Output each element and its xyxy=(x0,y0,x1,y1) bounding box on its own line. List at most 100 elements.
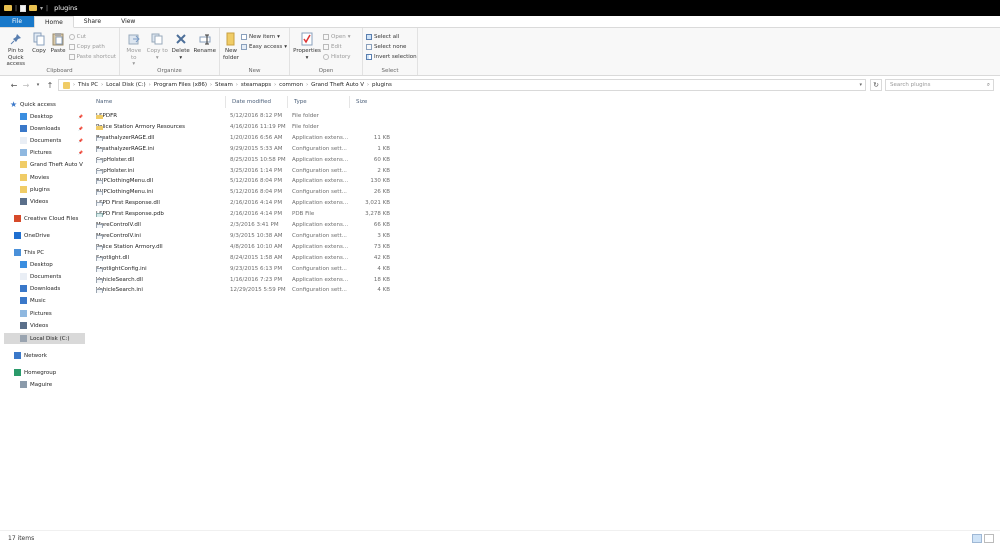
nav-item-desktop[interactable]: Desktop 📌 xyxy=(20,111,83,122)
file-row[interactable]: CopHolster.ini 3/25/2016 1:14 PM Configura… xyxy=(94,166,394,177)
file-row[interactable]: Police Station Armory.dll 4/8/2016 10:10 … xyxy=(94,242,394,253)
file-row[interactable]: VehicleSearch.dll 1/16/2016 7:23 PM Applic… xyxy=(94,275,394,286)
nav-item-music[interactable]: Music xyxy=(20,295,46,306)
nav-item-onedrive[interactable]: OneDrive xyxy=(14,230,50,241)
column-header-date[interactable]: Date modified xyxy=(226,96,288,108)
nav-item-pictures[interactable]: Pictures 📌 xyxy=(20,147,83,158)
file-row[interactable]: MoreControlV.ini 9/3/2015 10:38 AM Configu… xyxy=(94,231,394,242)
nav-item-documents[interactable]: Documents 📌 xyxy=(20,135,83,146)
forward-arrow-icon[interactable]: → xyxy=(20,81,32,90)
breadcrumb-steam[interactable]: Steam xyxy=(215,82,233,88)
nav-item-local-disk-c[interactable]: Local Disk (C:) xyxy=(4,333,85,344)
file-row[interactable]: BreathalyzerRAGE.dll 1/20/2016 6:56 AM App… xyxy=(94,133,394,144)
refresh-icon[interactable]: ↻ xyxy=(870,79,882,91)
file-row[interactable]: SpotlightConfig.ini 9/23/2015 6:13 PM Conf… xyxy=(94,264,394,275)
file-name-cell: LSPD First Response.pdb xyxy=(96,211,226,218)
nav-item-plugins[interactable]: plugins xyxy=(20,184,50,195)
breadcrumb-chevron-icon[interactable]: › xyxy=(149,82,151,88)
file-row[interactable]: LSPD First Response.pdb 2/16/2016 4:14 PM… xyxy=(94,209,394,220)
file-row[interactable]: Police Station Armory Resources 4/16/2016… xyxy=(94,122,394,133)
nav-item-grand-theft-auto-v[interactable]: Grand Theft Auto V xyxy=(20,159,83,170)
tab-share[interactable]: Share xyxy=(74,16,111,27)
breadcrumb-chevron-icon[interactable]: › xyxy=(306,82,308,88)
file-name: BreathalyzerRAGE.ini xyxy=(96,145,155,152)
nav-item-videos[interactable]: Videos xyxy=(20,196,48,207)
column-header-name[interactable]: Name xyxy=(90,96,226,108)
video-icon xyxy=(20,198,27,205)
nav-item-downloads[interactable]: Downloads 📌 xyxy=(20,123,83,134)
nav-item-documents[interactable]: Documents xyxy=(20,271,61,282)
breadcrumb-program-files[interactable]: Program Files (x86) xyxy=(154,82,207,88)
properties-quick-icon[interactable] xyxy=(20,4,27,12)
breadcrumb-gta-v[interactable]: Grand Theft Auto V xyxy=(311,82,364,88)
history-button[interactable]: History xyxy=(323,53,351,61)
nav-item-pictures[interactable]: Pictures xyxy=(20,308,52,319)
invert-selection-button[interactable]: Invert selection xyxy=(366,53,417,61)
column-header-type[interactable]: Type xyxy=(288,96,350,108)
nav-item-this-pc[interactable]: This PC xyxy=(14,247,44,258)
nav-item-label: Quick access xyxy=(20,101,56,108)
organize-group-label: Organize xyxy=(157,68,182,74)
address-bar[interactable]: › This PC › Local Disk (C:) › Program Fi… xyxy=(58,79,866,91)
breadcrumb-steamapps[interactable]: steamapps xyxy=(241,82,271,88)
file-row[interactable]: CopHolster.dll 8/25/2015 10:58 PM Applicat… xyxy=(94,155,394,166)
breadcrumb-plugins[interactable]: plugins xyxy=(372,82,392,88)
file-row[interactable]: LSPDFR 5/12/2016 8:12 PM File folder xyxy=(94,111,394,122)
column-header-size[interactable]: Size xyxy=(350,96,400,108)
breadcrumb-local-disk[interactable]: Local Disk (C:) xyxy=(106,82,146,88)
breadcrumb-chevron-icon[interactable]: › xyxy=(73,82,75,88)
file-row[interactable]: BreathalyzerRAGE.ini 9/29/2015 5:33 AM Con… xyxy=(94,144,394,155)
details-view-icon[interactable] xyxy=(972,534,982,543)
breadcrumb-chevron-icon[interactable]: › xyxy=(101,82,103,88)
recent-locations-chevron-icon[interactable]: ▾ xyxy=(32,82,44,88)
tab-file[interactable]: File xyxy=(0,16,35,27)
nav-item-maguire[interactable]: Maguire xyxy=(20,379,52,390)
breadcrumb-chevron-icon[interactable]: › xyxy=(274,82,276,88)
file-row[interactable]: VehicleSearch.ini 12/29/2015 5:59 PM Confi… xyxy=(94,285,394,296)
file-name-cell: CopHolster.dll xyxy=(96,157,226,163)
search-input[interactable]: Search plugins ⌕ xyxy=(885,79,994,91)
open-button[interactable]: Open ▾ xyxy=(323,33,351,41)
nav-item-downloads[interactable]: Downloads xyxy=(20,283,60,294)
file-size: 1 KB xyxy=(377,145,390,152)
nav-item-label: This PC xyxy=(24,249,45,256)
nav-item-videos[interactable]: Videos xyxy=(20,320,48,331)
breadcrumb-chevron-icon[interactable]: › xyxy=(236,82,238,88)
network-icon xyxy=(14,352,21,359)
large-icons-view-icon[interactable] xyxy=(984,534,994,543)
new-item-button[interactable]: New item ▾ xyxy=(240,33,287,41)
tab-home[interactable]: Home xyxy=(34,16,74,28)
nav-item-quick-access[interactable]: ★ Quick access xyxy=(10,99,56,110)
paste-shortcut-button[interactable]: Paste shortcut xyxy=(68,53,116,61)
nav-item-network[interactable]: Network xyxy=(14,350,47,361)
cut-button[interactable]: Cut xyxy=(68,33,116,41)
nav-item-homegroup[interactable]: Homegroup xyxy=(14,367,56,378)
up-arrow-icon[interactable]: ↑ xyxy=(44,81,56,90)
customize-chevron-icon[interactable]: ▾ xyxy=(40,5,43,12)
copy-path-button[interactable]: Copy path xyxy=(68,43,116,51)
tab-view[interactable]: View xyxy=(111,16,145,27)
select-all-button[interactable]: Select all xyxy=(366,33,417,41)
nav-item-desktop[interactable]: Desktop xyxy=(20,259,53,270)
breadcrumb-common[interactable]: common xyxy=(279,82,303,88)
nav-item-creative-cloud-files[interactable]: Creative Cloud Files xyxy=(14,213,78,224)
file-row[interactable]: MoreControlV.dll 2/3/2016 3:41 PM Applicat… xyxy=(94,220,394,231)
file-row[interactable]: LSPD First Response.dll 2/16/2016 4:14 PM… xyxy=(94,198,394,209)
breadcrumb-chevron-icon[interactable]: › xyxy=(210,82,212,88)
new-folder-quick-icon[interactable] xyxy=(29,5,38,11)
file-row[interactable]: Spotlight.dll 8/24/2015 1:58 AM Applicatio… xyxy=(94,253,394,264)
nav-item-label: Desktop xyxy=(30,113,53,120)
copy-to-icon xyxy=(150,32,164,46)
breadcrumb-this-pc[interactable]: This PC xyxy=(78,82,98,88)
file-row[interactable]: EUPClothingMenu.dll 5/12/2016 8:04 PM Appl… xyxy=(94,176,394,187)
file-row[interactable]: EUPClothingMenu.ini 5/12/2016 8:04 PM Conf… xyxy=(94,187,394,198)
select-none-button[interactable]: Select none xyxy=(366,43,417,51)
edit-button[interactable]: Edit xyxy=(323,43,351,51)
easy-access-button[interactable]: Easy access ▾ xyxy=(240,43,287,51)
breadcrumb-chevron-icon[interactable]: › xyxy=(367,82,369,88)
address-dropdown-chevron-icon[interactable]: ▾ xyxy=(859,82,862,88)
folder-icon xyxy=(4,5,12,11)
file-date: 4/8/2016 10:10 AM xyxy=(230,243,283,250)
back-arrow-icon[interactable]: ← xyxy=(8,81,20,90)
nav-item-movies[interactable]: Movies xyxy=(20,172,49,183)
